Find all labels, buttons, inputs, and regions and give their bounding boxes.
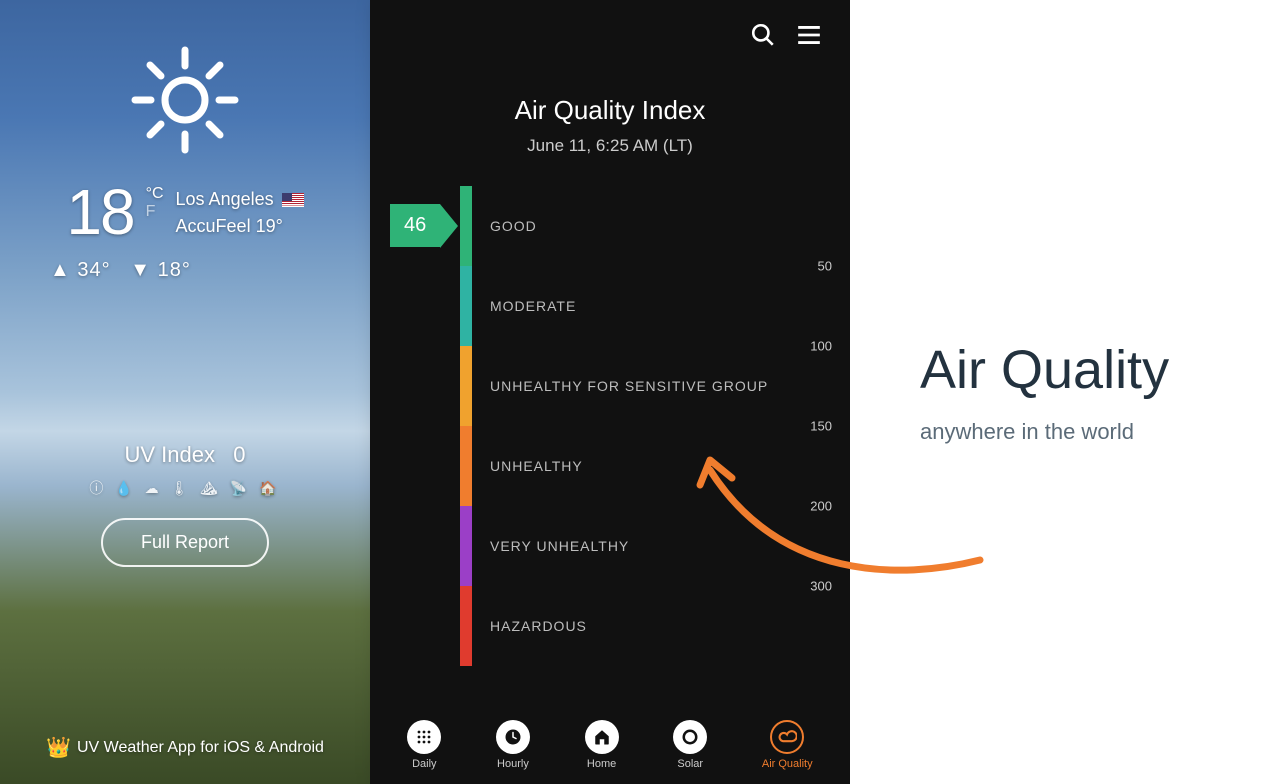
weather-panel: 18 °C F Los Angeles AccuFeel 19° ▲ 34° ▼… [0,0,370,784]
cat-sensitive: UNHEALTHY FOR SENSITIVE GROUP [490,378,768,394]
seg-moderate [460,266,472,346]
temperature-value: 18 [66,175,133,249]
marketing-panel: Air Quality anywhere in the world [850,0,1266,784]
clock-icon [496,720,530,754]
aqi-color-bar [460,186,472,666]
tick: 50 [818,259,832,274]
bottom-nav: Daily Hourly Home Solar [370,710,850,784]
seg-good [460,186,472,266]
tick: 150 [810,419,832,434]
cat-moderate: MODERATE [490,298,576,314]
unit-fahrenheit[interactable]: F [146,203,164,221]
nav-label: Solar [677,758,703,770]
nav-label: Hourly [497,758,529,770]
low-temp: ▼ 18° [130,259,191,281]
nav-label: Daily [412,758,436,770]
nav-home[interactable]: Home [585,720,619,770]
cat-very-unhealthy: VERY UNHEALTHY [490,538,629,554]
sun-icon [125,40,245,165]
tick: 200 [810,499,832,514]
nav-daily[interactable]: Daily [407,720,441,770]
high-low: ▲ 34° ▼ 18° [50,259,191,282]
seg-very-unhealthy [460,506,472,586]
seg-unhealthy [460,426,472,506]
accufeel-label: AccuFeel 19° [176,216,304,237]
seg-hazardous [460,586,472,666]
aqi-panel: Air Quality Index June 11, 6:25 AM (LT) … [370,0,850,784]
aqi-current-value: 46 [390,204,440,247]
search-icon[interactable] [750,22,776,53]
full-report-button[interactable]: Full Report [101,518,269,567]
aqi-scale: 46 50 100 150 200 300 GOOD MODERATE UNHE… [460,186,850,710]
menu-icon[interactable] [794,22,824,53]
tick: 100 [810,339,832,354]
location-name[interactable]: Los Angeles [176,189,274,210]
tick: 300 [810,579,832,594]
unit-toggle[interactable]: °C F [146,185,164,221]
nav-solar[interactable]: Solar [673,720,707,770]
nav-label: Air Quality [762,758,813,770]
cat-hazardous: HAZARDOUS [490,618,587,634]
cat-good: GOOD [490,218,537,234]
seg-sensitive [460,346,472,426]
aqi-current-marker: 46 [390,204,440,247]
solar-icon [673,720,707,754]
temperature-row: 18 °C F Los Angeles AccuFeel 19° [66,175,303,249]
uv-label: UV Index [124,442,215,467]
promo-text: UV Weather App for iOS & Android [77,739,324,757]
aqi-title: Air Quality Index [370,95,850,126]
flag-us-icon [282,193,304,207]
nav-label: Home [587,758,616,770]
high-temp: ▲ 34° [50,259,111,281]
nav-hourly[interactable]: Hourly [496,720,530,770]
calendar-icon [407,720,441,754]
uv-index: UV Index 0 [124,442,245,468]
home-icon [585,720,619,754]
uv-value: 0 [233,442,245,467]
aqi-datetime: June 11, 6:25 AM (LT) [370,136,850,156]
nav-air-quality[interactable]: Air Quality [762,720,813,770]
crown-icon: 👑 [46,735,71,760]
air-quality-icon [770,720,804,754]
subline: anywhere in the world [920,419,1266,445]
headline: Air Quality [920,339,1266,401]
cat-unhealthy: UNHEALTHY [490,458,583,474]
detail-icons-row[interactable]: ⓘ 💧 ☁ 🌡 ⛰ 📡 🏠 [89,478,280,498]
unit-celsius[interactable]: °C [146,185,164,203]
promo-banner[interactable]: 👑 UV Weather App for iOS & Android [46,735,324,760]
